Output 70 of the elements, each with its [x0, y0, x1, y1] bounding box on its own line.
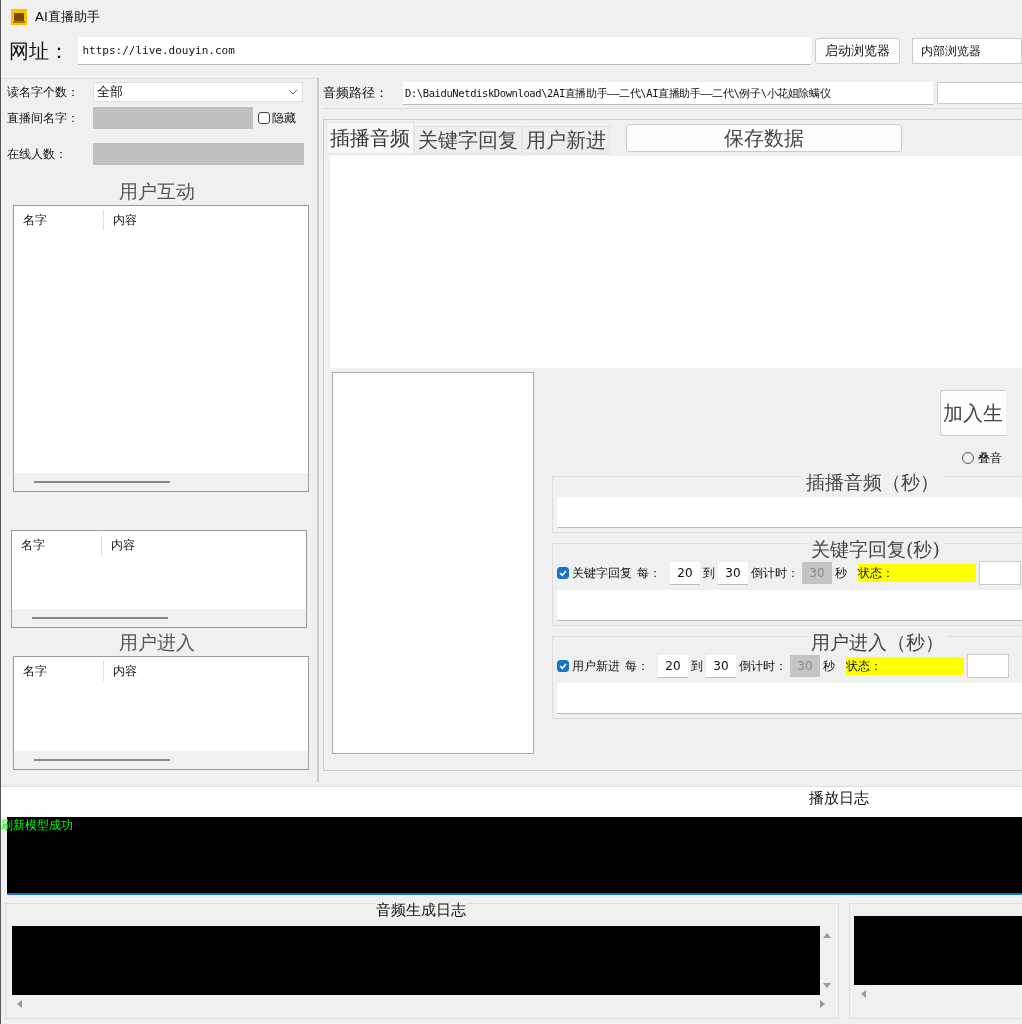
- from-field[interactable]: 20: [658, 654, 688, 678]
- scroll-left-icon[interactable]: [16, 1000, 22, 1008]
- every-label: 每：: [625, 658, 649, 674]
- every-label: 每：: [637, 565, 661, 581]
- room-name-field[interactable]: [93, 107, 253, 129]
- log-line: 刷新模型成功: [1, 817, 74, 834]
- scrollbar-thumb[interactable]: [32, 617, 168, 619]
- scroll-up-icon[interactable]: [823, 932, 831, 938]
- user-list[interactable]: 名字 内容: [13, 205, 309, 492]
- play-log-title: 播放日志: [809, 789, 869, 808]
- column-header[interactable]: 内容: [102, 535, 135, 555]
- url-field[interactable]: https://live.douyin.com: [78, 37, 811, 65]
- scrollbar-thumb[interactable]: [34, 481, 170, 483]
- group-title: 关键字回复(秒): [807, 536, 944, 562]
- audio-list[interactable]: [332, 372, 534, 754]
- audio-log-title: 音频生成日志: [376, 901, 466, 920]
- tab[interactable]: 插播音频: [326, 122, 414, 154]
- column-header[interactable]: 名字: [12, 535, 102, 555]
- text-field[interactable]: [557, 683, 1022, 714]
- status-label: 状态：: [858, 564, 976, 582]
- text-field[interactable]: [967, 654, 1009, 678]
- url-label: 网址：: [9, 37, 70, 65]
- text-field[interactable]: [557, 497, 1022, 528]
- add-button[interactable]: 加入生: [940, 390, 1006, 436]
- to-field[interactable]: 30: [706, 654, 736, 678]
- column-header[interactable]: 名字: [14, 661, 104, 681]
- browser-select[interactable]: 内部浏览器: [912, 38, 1022, 64]
- list-heading: 用户互动: [118, 179, 196, 204]
- column-header[interactable]: 名字: [14, 210, 104, 230]
- window-title: AI直播助手: [35, 8, 100, 26]
- checkbox[interactable]: [557, 660, 569, 672]
- tab[interactable]: 关键字回复: [414, 126, 522, 154]
- user-list[interactable]: 名字 内容: [11, 530, 307, 628]
- to-label: 到: [691, 658, 703, 674]
- user-list[interactable]: 名字 内容: [13, 656, 309, 770]
- checkbox-label: 关键字回复: [572, 565, 632, 581]
- to-field[interactable]: 30: [718, 561, 748, 585]
- scroll-down-icon[interactable]: [823, 983, 831, 989]
- checkbox[interactable]: [557, 567, 569, 579]
- chevron-down-icon: [288, 89, 298, 95]
- column-header[interactable]: 内容: [104, 210, 137, 230]
- audio-path-field[interactable]: D:\BaiduNetdiskDownload\2AI直播助手——二代\AI直播助手——二代\例子\小花姐除螨仪: [403, 81, 933, 105]
- save-data-button[interactable]: 保存数据: [626, 124, 902, 152]
- text-field[interactable]: [557, 590, 1022, 621]
- countdown-label: 倒计时：: [751, 565, 799, 581]
- online-count-label: 在线人数：: [7, 145, 68, 163]
- text-field[interactable]: [979, 561, 1021, 585]
- room-name-label: 直播间名字：: [7, 109, 80, 127]
- to-label: 到: [703, 565, 715, 581]
- audio-path-label: 音频路径：: [323, 84, 389, 102]
- overlay-label: 叠音: [978, 449, 1002, 467]
- app-icon: [11, 9, 27, 25]
- from-field[interactable]: 20: [670, 561, 700, 585]
- status-label: 状态：: [846, 657, 964, 675]
- list-heading: 用户进入: [118, 630, 196, 655]
- name-count-select[interactable]: 全部: [93, 82, 303, 102]
- hide-label: 隐藏: [272, 109, 296, 127]
- scroll-left-icon[interactable]: [860, 990, 866, 998]
- text-field[interactable]: [937, 82, 1022, 104]
- launch-browser-button[interactable]: 启动浏览器: [814, 38, 900, 64]
- hide-checkbox[interactable]: [258, 112, 270, 124]
- name-count-label: 读名字个数：: [7, 83, 80, 101]
- seconds-label: 秒: [835, 565, 847, 581]
- scrollbar-thumb[interactable]: [34, 759, 170, 761]
- column-header[interactable]: 内容: [104, 661, 137, 681]
- tab[interactable]: 用户新进: [522, 126, 610, 154]
- scroll-right-icon[interactable]: [820, 1000, 826, 1008]
- checkbox-label: 用户新进: [572, 658, 620, 674]
- countdown-label: 倒计时：: [739, 658, 787, 674]
- seconds-label: 秒: [823, 658, 835, 674]
